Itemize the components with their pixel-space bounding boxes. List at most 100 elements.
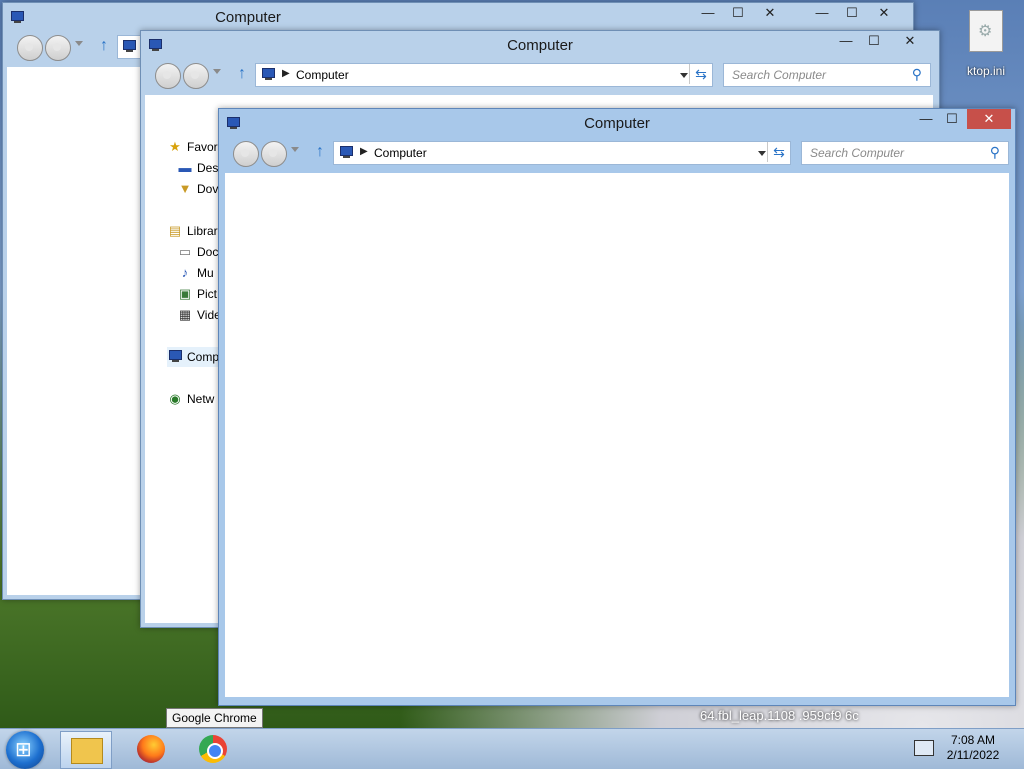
up-arrow-icon[interactable]: ↑ [235,66,249,82]
downloads-icon: ▼ [178,181,192,196]
folder-icon [71,738,103,764]
libraries-icon: ▤ [168,223,182,238]
clock-date: 2/11/2022 [946,748,1000,762]
nav-item-libraries[interactable]: ▤ Librar [167,221,219,241]
taskbar-chrome-button[interactable] [188,731,238,767]
explorer-window-front[interactable]: Computer — ☐ ✕ ↑ ▶ Computer ⇆ Search Com… [218,108,1016,706]
back-button[interactable] [17,35,43,61]
settings-file-icon [969,10,1003,52]
search-input[interactable]: Search Computer ⚲ [723,63,931,87]
network-icon: ◉ [169,391,181,406]
navigation-bar: ↑ ▶ Computer ⇆ Search Computer ⚲ [141,59,939,91]
search-icon[interactable]: ⚲ [912,66,922,83]
titlebar[interactable]: Computer — ☐ ✕ — ☐ ✕ [3,3,913,31]
pictures-icon: ▣ [178,286,192,301]
close-button[interactable]: ✕ [755,3,785,23]
minimize-button[interactable]: — [807,3,837,23]
desktop-file-label: ktop.ini [966,64,1006,78]
refresh-icon[interactable]: ⇆ [689,64,712,84]
chrome-icon [199,735,227,763]
up-arrow-icon[interactable]: ↑ [313,144,327,160]
nav-item-desktop[interactable]: ▬ Des [177,158,219,178]
content-area [7,67,141,595]
forward-button[interactable] [183,63,209,89]
nav-item-music[interactable]: ♪ Mu [177,263,219,283]
maximize-button[interactable]: ☐ [837,3,867,23]
nav-label: Mu [197,266,214,280]
nav-label: Comp [187,350,219,364]
clock[interactable]: 7:08 AM 2/11/2022 [940,733,1006,763]
forward-button[interactable] [261,141,287,167]
search-input[interactable]: Search Computer ⚲ [801,141,1009,165]
close-button[interactable]: ✕ [895,31,925,51]
computer-icon [260,67,276,81]
navigation-bar: ↑ ▶ Computer ⇆ Search Computer ⚲ [219,137,1015,169]
videos-icon: ▦ [178,307,192,322]
start-button[interactable] [6,731,44,769]
nav-item-favorites[interactable]: ★ Favor [167,137,219,157]
documents-icon: ▭ [178,244,192,259]
breadcrumb-computer[interactable]: Computer [374,146,427,160]
nav-label: Vide [197,308,219,322]
maximize-button[interactable]: ☐ [859,31,889,51]
up-arrow-icon[interactable]: ↑ [97,38,111,54]
navigation-pane: ★ Favor ▬ Des ▼ Dov ▤ Librar ▭ Doc ♪ Mu … [149,131,219,621]
nav-item-videos[interactable]: ▦ Vide [177,305,219,325]
maximize-button[interactable]: ☐ [723,3,753,23]
window-title: Computer [584,115,650,132]
minimize-button[interactable]: — [831,31,861,51]
taskbar [0,728,1024,769]
nav-label: Dov [197,182,219,196]
address-dropdown-icon[interactable] [758,151,766,156]
search-placeholder: Search Computer [810,146,905,160]
nav-item-pictures[interactable]: ▣ Pict [177,284,219,304]
computer-icon [167,349,183,365]
address-bar[interactable]: ▶ Computer ⇆ [333,141,791,165]
titlebar[interactable]: Computer — ☐ ✕ [141,31,939,59]
recent-locations-dropdown[interactable] [75,41,83,46]
nav-label: Des [197,161,219,175]
desktop-icon: ▬ [178,160,192,175]
desktop-file-icon[interactable]: ktop.ini [956,10,1016,78]
taskbar-file-explorer-button[interactable] [60,731,112,769]
nav-label: Librar [187,224,218,238]
nav-label: Favor [187,140,218,154]
nav-item-network[interactable]: ◉ Netw [167,389,219,409]
breadcrumb-computer[interactable]: Computer [296,68,349,82]
desktop-filename-text: 64.fbl_leap.1108 .959cf9 6c [700,708,859,723]
clock-time: 7:08 AM [950,733,996,747]
computer-icon [338,145,354,159]
close-button[interactable]: ✕ [967,109,1011,129]
breadcrumb-chevron-icon[interactable]: ▶ [360,146,368,157]
taskbar-firefox-button[interactable] [126,731,176,767]
nav-item-downloads[interactable]: ▼ Dov [177,179,219,199]
nav-label: Doc [197,245,219,259]
address-bar[interactable] [117,35,141,59]
search-icon[interactable]: ⚲ [990,144,1000,161]
search-placeholder: Search Computer [732,68,827,82]
maximize-button[interactable]: ☐ [937,109,967,129]
music-icon: ♪ [181,265,189,280]
window-title: Computer [507,37,573,54]
nav-label: Pict [197,287,218,301]
nav-item-computer[interactable]: Comp [167,347,219,367]
nav-item-documents[interactable]: ▭ Doc [177,242,219,262]
breadcrumb-chevron-icon[interactable]: ▶ [282,68,290,79]
star-icon: ★ [169,139,181,154]
tooltip: Google Chrome [166,708,263,728]
recent-locations-dropdown[interactable] [291,147,299,152]
computer-icon [121,39,137,53]
recent-locations-dropdown[interactable] [213,69,221,74]
back-button[interactable] [233,141,259,167]
address-bar[interactable]: ▶ Computer ⇆ [255,63,713,87]
refresh-icon[interactable]: ⇆ [767,142,790,162]
action-center-icon[interactable] [914,740,934,756]
forward-button[interactable] [45,35,71,61]
titlebar[interactable]: Computer — ☐ ✕ [219,109,1015,137]
address-dropdown-icon[interactable] [680,73,688,78]
content-area[interactable] [225,173,1009,697]
minimize-button[interactable]: — [693,3,723,23]
close-button[interactable]: ✕ [869,3,899,23]
nav-label: Netw [187,392,215,406]
back-button[interactable] [155,63,181,89]
